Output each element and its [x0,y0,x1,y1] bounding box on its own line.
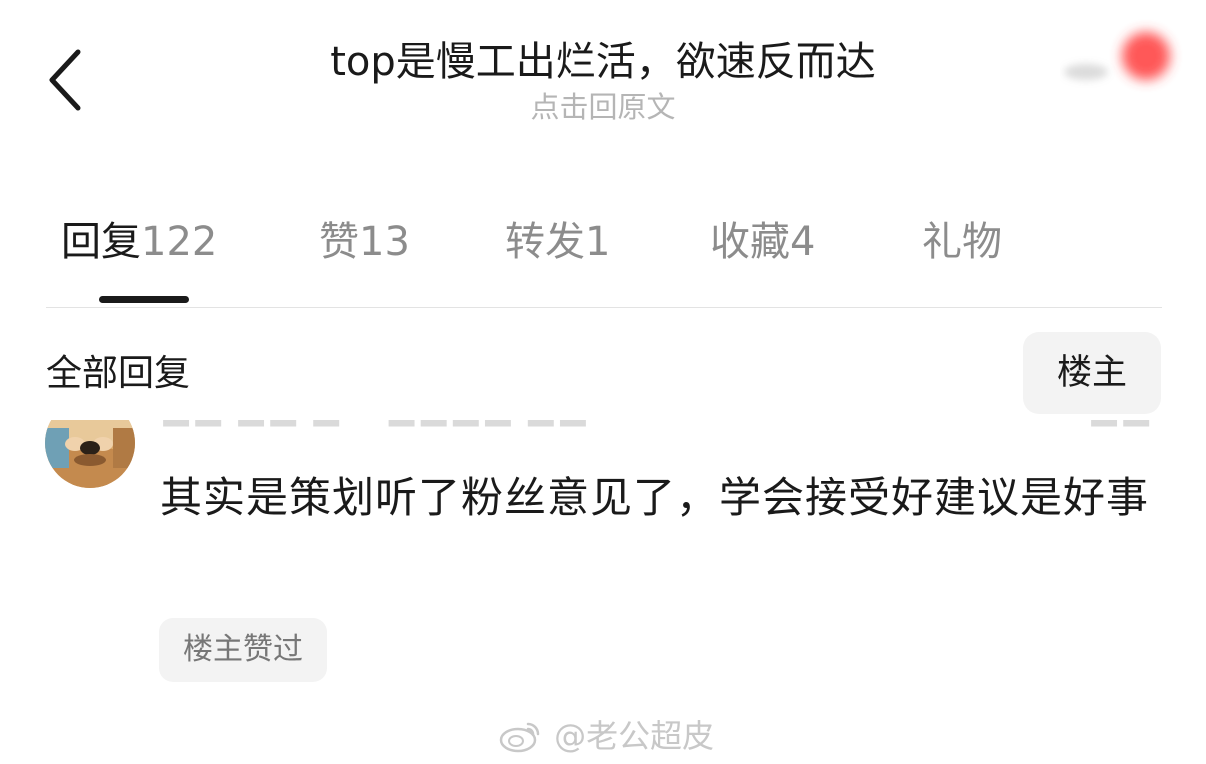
comment-meta-cutoff: ▬▬ ▬▬ ▬ ▬▬▬▬ ▬▬ [160,420,589,438]
all-replies-heading: 全部回复 [46,353,191,394]
tab-reposts[interactable]: 转发1 [505,212,610,272]
comment-text: 其实是策划听了粉丝意见了，学会接受好建议是好事 [160,473,1150,522]
blurred-corner-mark [1064,32,1170,80]
tab-replies[interactable]: 回复122 [61,212,217,272]
tab-likes[interactable]: 赞13 [319,212,410,272]
dog-face-avatar-icon [45,420,135,488]
tab-gifts[interactable]: 礼物 [922,212,1002,272]
avatar[interactable] [45,420,135,488]
back-to-original-link[interactable]: 点击回原文 [0,88,1206,126]
tab-favorites[interactable]: 收藏4 [710,212,815,272]
watermark-text: @老公超皮 [554,717,715,755]
page-title: top是慢工出烂活，欲速反而达 [330,39,876,85]
weibo-logo-icon [499,722,540,753]
top-navigation-bar: top是慢工出烂活，欲速反而达 点击回原文 [0,0,1206,150]
op-liked-badge: 楼主赞过 [159,618,327,682]
active-tab-indicator [99,296,189,303]
comment-item: ▬▬ ▬▬ ▬ ▬▬▬▬ ▬▬ ▬▬ 其实是策划听了粉丝意见了，学会接受好建议是… [0,420,1206,764]
op-only-filter-button[interactable]: 楼主 [1023,332,1161,414]
interaction-tabs: 回复122 赞13 转发1 收藏4 礼物 [46,212,1162,308]
comment-like-cutoff: ▬▬ [1088,420,1152,438]
weibo-watermark: @老公超皮 [498,714,715,755]
